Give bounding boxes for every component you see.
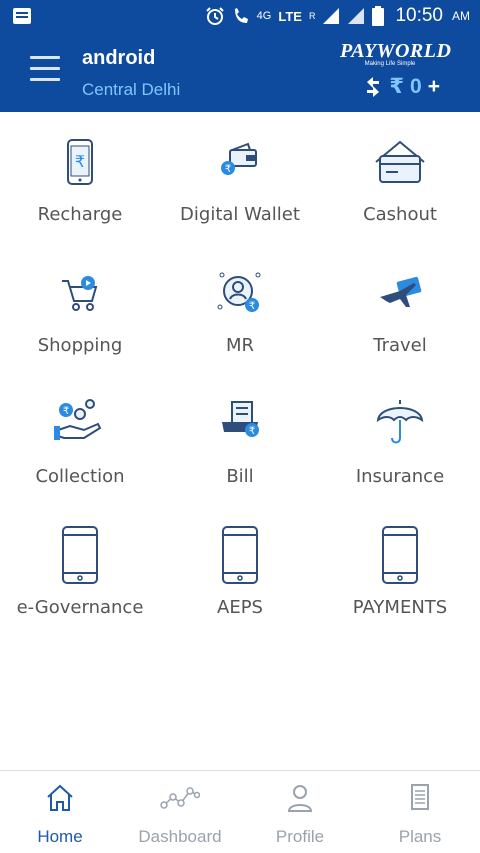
service-label: AEPS	[217, 597, 263, 618]
user-location: Central Delhi	[82, 80, 181, 99]
service-label: Shopping	[37, 335, 123, 356]
card-hand-icon	[375, 140, 425, 183]
nav-label: Dashboard	[138, 827, 222, 846]
refresh-balance-icon[interactable]	[363, 76, 383, 98]
svg-text:₹: ₹	[249, 301, 255, 312]
mobile-icon	[382, 526, 418, 584]
clock-time: 10:50	[395, 5, 443, 26]
nav-profile[interactable]: Profile	[240, 771, 360, 853]
bill-icon: ₹	[222, 401, 259, 437]
service-label: Collection	[35, 466, 125, 487]
mobile-icon	[62, 526, 98, 584]
add-money-button[interactable]: +	[428, 75, 440, 99]
service-label: Insurance	[355, 466, 445, 487]
service-label: e-Governance	[16, 597, 144, 618]
service-bill[interactable]: ₹ Bill	[160, 374, 320, 505]
service-digital-wallet[interactable]: ₹ Digital Wallet	[160, 112, 320, 243]
money-remit-icon: ₹	[217, 272, 261, 312]
svg-text:₹: ₹	[225, 164, 231, 175]
home-icon	[47, 784, 73, 811]
service-label: Digital Wallet	[180, 204, 300, 225]
app-bar: android Central Delhi PAYWORLD Making Li…	[0, 32, 480, 112]
roaming-label: R	[308, 11, 316, 21]
service-label: PAYMENTS	[352, 597, 448, 618]
service-recharge[interactable]: ₹ Recharge	[0, 112, 160, 243]
hamburger-line	[30, 78, 60, 81]
service-cashout[interactable]: Cashout	[320, 112, 480, 243]
wallet-icon: ₹	[221, 142, 257, 175]
signal-2-icon	[348, 8, 365, 24]
menu-button[interactable]	[30, 56, 62, 84]
service-label: MR	[225, 335, 255, 356]
signal-icon	[323, 8, 340, 24]
service-payments[interactable]: PAYMENTS	[320, 505, 480, 636]
call-icon	[234, 8, 248, 23]
dashboard-icon	[160, 787, 200, 809]
service-aeps[interactable]: AEPS	[160, 505, 320, 636]
service-insurance[interactable]: Insurance	[320, 374, 480, 505]
user-name: android	[82, 47, 156, 69]
svg-text:₹: ₹	[63, 406, 69, 417]
nav-label: Home	[37, 827, 83, 846]
service-mr[interactable]: ₹ MR	[160, 243, 320, 374]
umbrella-icon	[376, 400, 424, 444]
nav-label: Plans	[398, 827, 442, 846]
service-shopping[interactable]: Shopping	[0, 243, 160, 374]
currency-symbol: ₹	[389, 75, 405, 98]
notification-icon	[13, 8, 31, 24]
plane-ticket-icon	[380, 276, 422, 307]
service-label: Cashout	[363, 204, 437, 225]
svg-text:₹: ₹	[75, 152, 85, 171]
phone-rupee-icon: ₹	[67, 139, 93, 185]
nav-plans[interactable]: Plans	[360, 771, 480, 853]
plans-icon	[411, 784, 429, 810]
clock-ampm: AM	[452, 9, 470, 23]
lte-label: LTE	[278, 8, 302, 24]
coins-hand-icon: ₹	[54, 399, 102, 440]
nav-dashboard[interactable]: Dashboard	[120, 771, 240, 853]
wallet-balance: ₹ 0 +	[363, 74, 440, 99]
network-type: 4G	[256, 10, 272, 22]
balance-amount: 0	[410, 74, 422, 98]
hamburger-line	[30, 56, 60, 59]
nav-home[interactable]: Home	[0, 771, 120, 853]
status-bar: 4G LTE R 10:50 AM	[0, 0, 480, 32]
brand-name: PAYWORLD	[340, 40, 452, 62]
status-indicators: 4G LTE R 10:50 AM	[205, 0, 470, 32]
svg-text:₹: ₹	[249, 426, 255, 437]
service-travel[interactable]: Travel	[320, 243, 480, 374]
nav-label: Profile	[275, 827, 325, 846]
hamburger-line	[30, 67, 60, 70]
brand-logo: PAYWORLD Making Life Simple	[340, 40, 452, 67]
alarm-icon	[205, 7, 224, 25]
mobile-icon	[222, 526, 258, 584]
service-label: Recharge	[37, 204, 123, 225]
profile-icon	[287, 785, 313, 812]
cart-icon	[62, 276, 98, 311]
service-label: Bill	[226, 466, 254, 487]
service-label: Travel	[373, 335, 427, 356]
bottom-navigation: Home Dashboard Profile Plans	[0, 770, 480, 853]
service-collection[interactable]: ₹ Collection	[0, 374, 160, 505]
battery-icon	[372, 6, 385, 26]
service-e-governance[interactable]: e-Governance	[0, 505, 160, 636]
